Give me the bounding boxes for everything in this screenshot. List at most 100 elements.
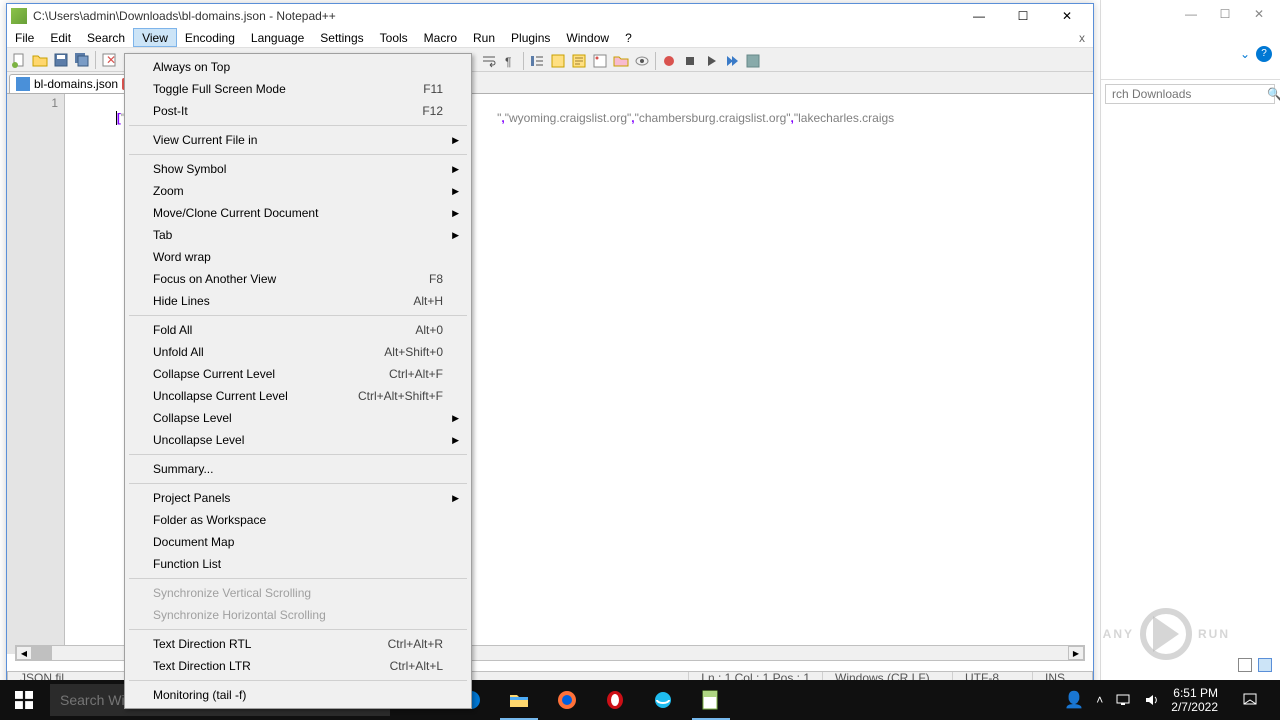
search-icon[interactable]: 🔍 bbox=[1267, 87, 1280, 101]
bg-search-input[interactable] bbox=[1112, 87, 1267, 101]
scroll-left-icon[interactable]: ◀ bbox=[16, 646, 32, 660]
view-menu-unfold-all[interactable]: Unfold AllAlt+Shift+0 bbox=[127, 341, 469, 363]
menu-language[interactable]: Language bbox=[243, 28, 312, 47]
view-menu-hide-lines[interactable]: Hide LinesAlt+H bbox=[127, 290, 469, 312]
file-tab[interactable]: bl-domains.json ✕ bbox=[9, 74, 141, 93]
play-macro-icon[interactable] bbox=[701, 51, 721, 71]
new-file-icon[interactable] bbox=[9, 50, 29, 70]
menu-edit[interactable]: Edit bbox=[42, 28, 79, 47]
menu-shortcut: Ctrl+Alt+F bbox=[389, 367, 443, 381]
open-file-icon[interactable] bbox=[30, 50, 50, 70]
pilcrow-icon[interactable]: ¶ bbox=[500, 51, 520, 71]
network-icon[interactable] bbox=[1115, 692, 1131, 708]
view-menu-monitoring-tail-f[interactable]: Monitoring (tail -f) bbox=[127, 684, 469, 706]
menu-plugins[interactable]: Plugins bbox=[503, 28, 558, 47]
view-menu-word-wrap[interactable]: Word wrap bbox=[127, 246, 469, 268]
bg-maximize-button[interactable]: ☐ bbox=[1218, 7, 1232, 21]
menu-help[interactable]: ? bbox=[617, 28, 640, 47]
view-menu-focus-on-another-view[interactable]: Focus on Another ViewF8 bbox=[127, 268, 469, 290]
tray-chevron-icon[interactable]: ˄ bbox=[1096, 693, 1103, 707]
view-menu-move-clone-current-document[interactable]: Move/Clone Current Document▶ bbox=[127, 202, 469, 224]
view-menu-zoom[interactable]: Zoom▶ bbox=[127, 180, 469, 202]
status-toggle-2[interactable] bbox=[1258, 658, 1272, 672]
tab-label: bl-domains.json bbox=[34, 77, 118, 91]
view-menu-collapse-level[interactable]: Collapse Level▶ bbox=[127, 407, 469, 429]
menu-window[interactable]: Window bbox=[558, 28, 617, 47]
notepadpp-taskbar-icon[interactable] bbox=[688, 680, 734, 720]
view-menu-toggle-full-screen-mode[interactable]: Toggle Full Screen ModeF11 bbox=[127, 78, 469, 100]
bg-chevron-icon[interactable]: ⌄ bbox=[1240, 47, 1250, 61]
view-menu-show-symbol[interactable]: Show Symbol▶ bbox=[127, 158, 469, 180]
bg-close-button[interactable]: ✕ bbox=[1252, 7, 1266, 21]
view-menu-folder-as-workspace[interactable]: Folder as Workspace bbox=[127, 509, 469, 531]
status-toggle-1[interactable] bbox=[1238, 658, 1252, 672]
menu-close-x[interactable]: x bbox=[1071, 28, 1093, 47]
bg-minimize-button[interactable]: — bbox=[1184, 7, 1198, 21]
bg-search-box[interactable]: 🔍 bbox=[1105, 84, 1275, 104]
explorer-icon[interactable] bbox=[496, 680, 542, 720]
view-menu-synchronize-vertical-scrolling: Synchronize Vertical Scrolling bbox=[127, 582, 469, 604]
folder-icon[interactable] bbox=[611, 51, 631, 71]
menu-item-label: Focus on Another View bbox=[153, 272, 429, 286]
menu-item-label: Zoom bbox=[153, 184, 443, 198]
toolbar-right-section: ¶ bbox=[479, 49, 763, 73]
view-menu-text-direction-ltr[interactable]: Text Direction LTRCtrl+Alt+L bbox=[127, 655, 469, 677]
notification-icon[interactable] bbox=[1230, 680, 1270, 720]
people-icon[interactable]: 👤 bbox=[1064, 690, 1084, 710]
menu-encoding[interactable]: Encoding bbox=[177, 28, 243, 47]
indent-guide-icon[interactable] bbox=[527, 51, 547, 71]
close-button[interactable]: ✕ bbox=[1045, 4, 1089, 28]
bg-help-icon[interactable]: ? bbox=[1256, 46, 1272, 62]
scroll-thumb[interactable] bbox=[32, 646, 52, 660]
menu-item-label: Hide Lines bbox=[153, 294, 413, 308]
save-macro-icon[interactable] bbox=[743, 51, 763, 71]
titlebar[interactable]: C:\Users\admin\Downloads\bl-domains.json… bbox=[7, 4, 1093, 28]
ie-icon[interactable] bbox=[640, 680, 686, 720]
view-menu-always-on-top[interactable]: Always on Top bbox=[127, 56, 469, 78]
stop-macro-icon[interactable] bbox=[680, 51, 700, 71]
save-all-icon[interactable] bbox=[72, 50, 92, 70]
doc-map-icon[interactable] bbox=[569, 51, 589, 71]
view-menu-document-map[interactable]: Document Map bbox=[127, 531, 469, 553]
view-menu-project-panels[interactable]: Project Panels▶ bbox=[127, 487, 469, 509]
word-wrap-icon[interactable] bbox=[479, 51, 499, 71]
func-list-icon[interactable] bbox=[590, 51, 610, 71]
start-button[interactable] bbox=[0, 680, 48, 720]
tray-clock[interactable]: 6:51 PM 2/7/2022 bbox=[1171, 686, 1218, 714]
firefox-icon[interactable] bbox=[544, 680, 590, 720]
record-macro-icon[interactable] bbox=[659, 51, 679, 71]
play-multi-icon[interactable] bbox=[722, 51, 742, 71]
menu-search[interactable]: Search bbox=[79, 28, 133, 47]
volume-icon[interactable] bbox=[1143, 692, 1159, 708]
menu-file[interactable]: File bbox=[7, 28, 42, 47]
menu-view[interactable]: View bbox=[133, 28, 177, 47]
maximize-button[interactable]: ☐ bbox=[1001, 4, 1045, 28]
menu-settings[interactable]: Settings bbox=[312, 28, 371, 47]
menu-run[interactable]: Run bbox=[465, 28, 503, 47]
menu-item-label: View Current File in bbox=[153, 133, 443, 147]
menu-separator bbox=[129, 483, 467, 484]
scroll-right-icon[interactable]: ▶ bbox=[1068, 646, 1084, 660]
view-menu-summary[interactable]: Summary... bbox=[127, 458, 469, 480]
view-menu-collapse-current-level[interactable]: Collapse Current LevelCtrl+Alt+F bbox=[127, 363, 469, 385]
menu-shortcut: Ctrl+Alt+Shift+F bbox=[358, 389, 443, 403]
close-file-icon[interactable]: ✕ bbox=[99, 50, 119, 70]
menu-shortcut: Alt+H bbox=[413, 294, 443, 308]
minimize-button[interactable]: — bbox=[957, 4, 1001, 28]
view-menu-uncollapse-current-level[interactable]: Uncollapse Current LevelCtrl+Alt+Shift+F bbox=[127, 385, 469, 407]
monitor-icon[interactable] bbox=[632, 51, 652, 71]
menu-macro[interactable]: Macro bbox=[416, 28, 465, 47]
user-lang-icon[interactable] bbox=[548, 51, 568, 71]
view-menu-tab[interactable]: Tab▶ bbox=[127, 224, 469, 246]
view-menu-post-it[interactable]: Post-ItF12 bbox=[127, 100, 469, 122]
menu-tools[interactable]: Tools bbox=[372, 28, 416, 47]
opera-icon[interactable] bbox=[592, 680, 638, 720]
view-menu-text-direction-rtl[interactable]: Text Direction RTLCtrl+Alt+R bbox=[127, 633, 469, 655]
save-icon[interactable] bbox=[51, 50, 71, 70]
view-menu-uncollapse-level[interactable]: Uncollapse Level▶ bbox=[127, 429, 469, 451]
view-menu-function-list[interactable]: Function List bbox=[127, 553, 469, 575]
view-menu-view-current-file-in[interactable]: View Current File in▶ bbox=[127, 129, 469, 151]
line-gutter: 1 bbox=[7, 94, 65, 654]
clock-date: 2/7/2022 bbox=[1171, 700, 1218, 714]
view-menu-fold-all[interactable]: Fold AllAlt+0 bbox=[127, 319, 469, 341]
